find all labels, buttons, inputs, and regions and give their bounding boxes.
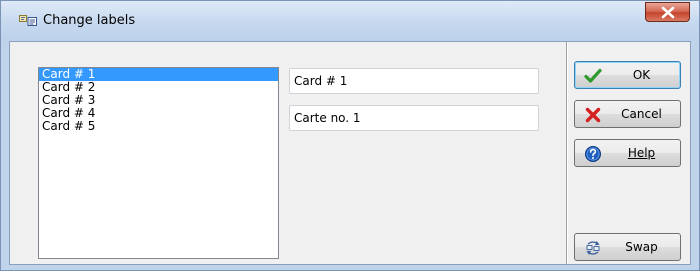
ok-button[interactable]: OK bbox=[574, 61, 681, 89]
swap-button[interactable]: Swap bbox=[574, 233, 681, 261]
divider bbox=[567, 42, 568, 264]
help-icon bbox=[584, 145, 602, 163]
labels-app-icon bbox=[19, 15, 37, 27]
primary-label-field[interactable] bbox=[289, 68, 539, 94]
dialog-body: Card # 1 Card # 2 Card # 3 Card # 4 Card… bbox=[9, 41, 691, 265]
cancel-button-label: Cancel bbox=[621, 107, 662, 121]
list-item[interactable]: Card # 5 bbox=[39, 120, 278, 133]
checkmark-icon bbox=[584, 67, 602, 85]
ok-button-label: OK bbox=[632, 68, 651, 82]
help-button-label: Help bbox=[627, 146, 656, 160]
swap-icon bbox=[584, 239, 602, 257]
labels-listbox[interactable]: Card # 1 Card # 2 Card # 3 Card # 4 Card… bbox=[38, 67, 279, 259]
help-button[interactable]: Help bbox=[574, 139, 681, 167]
close-icon bbox=[661, 6, 675, 19]
window-title: Change labels bbox=[43, 13, 136, 28]
swap-button-label: Swap bbox=[625, 240, 658, 254]
dialog-window: Change labels Card # 1 Card # 2 Card # 3… bbox=[0, 0, 700, 271]
title-bar[interactable]: Change labels bbox=[1, 1, 699, 41]
x-icon bbox=[584, 106, 602, 124]
close-button[interactable] bbox=[645, 2, 690, 22]
secondary-label-field[interactable] bbox=[289, 105, 539, 131]
cancel-button[interactable]: Cancel bbox=[574, 100, 681, 128]
